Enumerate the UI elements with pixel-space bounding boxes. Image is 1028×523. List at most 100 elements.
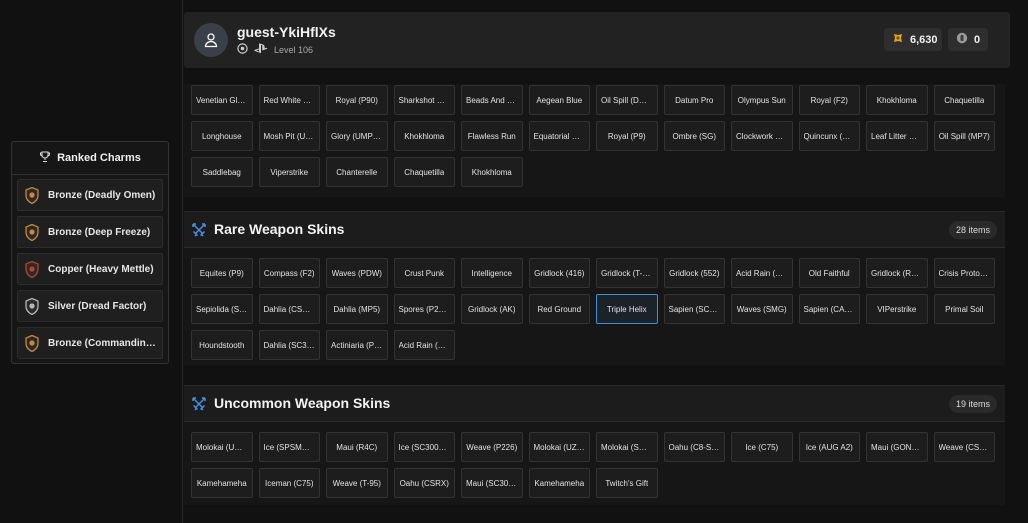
skin-tile[interactable]: Dahlia (SC3000K) (258, 330, 320, 360)
skin-tile[interactable]: Beads And Bones (461, 85, 523, 115)
skin-tile[interactable]: Intelligence (461, 258, 523, 288)
skin-tile[interactable]: Mosh Pit (UMP45) (258, 121, 320, 151)
skin-tile[interactable]: Oahu (C8-SFW) (663, 432, 725, 462)
skin-name: Sepiolida (SMG) (196, 304, 248, 314)
rare-section-title: Rare Weapon Skins (214, 221, 345, 237)
skin-tile[interactable]: Oil Spill (DMR) (596, 85, 658, 115)
skin-tile[interactable]: Gridlock (552) (663, 258, 725, 288)
skin-tile[interactable]: Glory (UMP45) (326, 121, 388, 151)
skin-tile[interactable]: Molokai (UMP45) (191, 432, 253, 462)
skin-name: Chaquetilla (404, 167, 445, 177)
skin-tile[interactable]: Red White Blue (258, 85, 320, 115)
skin-tile[interactable]: Weave (CSRX) (933, 432, 995, 462)
skin-tile[interactable]: Sapien (CAMRS) (798, 294, 860, 324)
skin-tile[interactable]: Viperstrike (258, 157, 320, 187)
skin-tile[interactable]: Weave (P226) (461, 432, 523, 462)
skin-tile[interactable]: Dahlia (CSRX) (258, 294, 320, 324)
skin-tile[interactable]: Ice (AUG A2) (798, 432, 860, 462)
skin-tile[interactable]: Old Faithful (798, 258, 860, 288)
skin-tile[interactable]: Waves (PDW) (326, 258, 388, 288)
skin-tile[interactable]: Molokai (UZK50) (528, 432, 590, 462)
skin-tile[interactable]: Gridlock (AK) (461, 294, 523, 324)
skin-tile[interactable]: Sepiolida (SMG) (191, 294, 253, 324)
skin-tile[interactable]: Sharkshot Sporty (393, 85, 455, 115)
charm-item[interactable]: Bronze (Deadly Omen) (17, 179, 163, 211)
skin-tile[interactable]: Venetian Glass (191, 85, 253, 115)
skin-tile[interactable]: Quincunx (C8) (798, 121, 860, 151)
skin-tile[interactable]: Ice (C75) (731, 432, 793, 462)
charm-list: Bronze (Deadly Omen) Bronze (Deep Freeze)… (12, 175, 168, 359)
charm-item[interactable]: Silver (Dread Factor) (17, 290, 163, 322)
skin-tile[interactable]: Sapien (SC3000K) (663, 294, 725, 324)
skin-tile[interactable]: Triple Helix (596, 294, 658, 324)
skin-tile[interactable]: Maui (SC3000K) (461, 468, 523, 498)
skin-tile[interactable]: Iceman (C75) (258, 468, 320, 498)
skin-tile[interactable]: Primal Soil (933, 294, 995, 324)
skin-tile[interactable]: Leaf Litter Green (866, 121, 928, 151)
skin-tile[interactable]: Maui (R4C) (326, 432, 388, 462)
ranked-charms-title: Ranked Charms (57, 152, 141, 164)
skin-tile[interactable]: Waves (SMG) (731, 294, 793, 324)
skin-tile[interactable]: Oahu (CSRX) (393, 468, 455, 498)
skin-tile[interactable]: Chaquetilla (393, 157, 455, 187)
skin-tile[interactable]: Olympus Sun (731, 85, 793, 115)
skin-tile[interactable]: Gridlock (T-95) (596, 258, 658, 288)
skin-name: Molokai (UMP45) (196, 442, 248, 452)
skin-tile[interactable]: Ice (SPSMG9) (258, 432, 320, 462)
skin-tile[interactable]: Houndstooth (191, 330, 253, 360)
skin-tile[interactable]: VIPerstrike (866, 294, 928, 324)
skin-tile[interactable]: Royal (P9) (596, 121, 658, 151)
skin-tile[interactable]: Kamehameha (528, 468, 590, 498)
skin-name: Leaf Litter Green (871, 131, 923, 141)
skin-tile[interactable]: Oil Spill (MP7) (933, 121, 995, 151)
skin-name: Ice (C75) (745, 442, 779, 452)
skin-name: Gridlock (R4C) (871, 268, 923, 278)
avatar[interactable] (194, 23, 228, 57)
skin-tile[interactable]: Royal (P90) (326, 85, 388, 115)
skin-tile[interactable]: Clockwork Gold (731, 121, 793, 151)
skin-tile[interactable]: Chaquetilla (933, 85, 995, 115)
skin-tile[interactable]: Equites (P9) (191, 258, 253, 288)
charm-item[interactable]: Copper (Heavy Mettle) (17, 253, 163, 285)
skin-tile[interactable]: Ice (SC3000K) (393, 432, 455, 462)
skin-tile[interactable]: Red Ground (528, 294, 590, 324)
skin-tile[interactable]: Dahlia (MP5) (326, 294, 388, 324)
playstation-icon (254, 43, 268, 56)
skin-tile[interactable]: Gridlock (R4C) (866, 258, 928, 288)
skin-tile[interactable]: Chanterelle (326, 157, 388, 187)
skin-name: Saddlebag (202, 167, 241, 177)
skin-tile[interactable]: Longhouse (191, 121, 253, 151)
skin-tile[interactable]: Spores (P226) (393, 294, 455, 324)
skin-tile[interactable]: Twitch's Gift (596, 468, 658, 498)
user-icon (204, 33, 218, 48)
skin-tile[interactable]: Equatorial Gold (528, 121, 590, 151)
skin-tile[interactable]: Crust Punk (393, 258, 455, 288)
skin-tile[interactable]: Khokhloma (866, 85, 928, 115)
charm-item[interactable]: Bronze (Deep Freeze) (17, 216, 163, 248)
skin-tile[interactable]: Aegean Blue (528, 85, 590, 115)
skin-tile[interactable]: Saddlebag (191, 157, 253, 187)
coins-balance[interactable]: 6,630 (884, 28, 942, 51)
skin-tile[interactable]: Acid Rain (MP7) (393, 330, 455, 360)
skin-name: Oahu (CSRX) (399, 478, 449, 488)
skin-tile[interactable]: Actiniaria (P90) (326, 330, 388, 360)
skin-tile[interactable]: Gridlock (416) (528, 258, 590, 288)
skin-tile[interactable]: Flawless Run (461, 121, 523, 151)
skin-tile[interactable]: Maui (GONNE) (866, 432, 928, 462)
skin-name: Primal Soil (945, 304, 984, 314)
skin-name: Weave (T-95) (332, 478, 381, 488)
charm-item[interactable]: Bronze (Commanding Presence) (17, 327, 163, 359)
skin-tile[interactable]: Acid Rain (G36) (731, 258, 793, 288)
skin-tile[interactable]: Datum Pro (663, 85, 725, 115)
skin-tile[interactable]: Royal (F2) (798, 85, 860, 115)
skin-name: Spores (P226) (398, 304, 451, 314)
skin-tile[interactable]: Weave (T-95) (326, 468, 388, 498)
credits-balance[interactable]: 0 (948, 28, 988, 51)
skin-tile[interactable]: Compass (F2) (258, 258, 320, 288)
skin-tile[interactable]: Crisis Protocol (933, 258, 995, 288)
skin-tile[interactable]: Ombre (SG) (663, 121, 725, 151)
skin-tile[interactable]: Molokai (SMG) (596, 432, 658, 462)
skin-tile[interactable]: Khokhloma (461, 157, 523, 187)
skin-tile[interactable]: Kamehameha (191, 468, 253, 498)
skin-tile[interactable]: Khokhloma (393, 121, 455, 151)
